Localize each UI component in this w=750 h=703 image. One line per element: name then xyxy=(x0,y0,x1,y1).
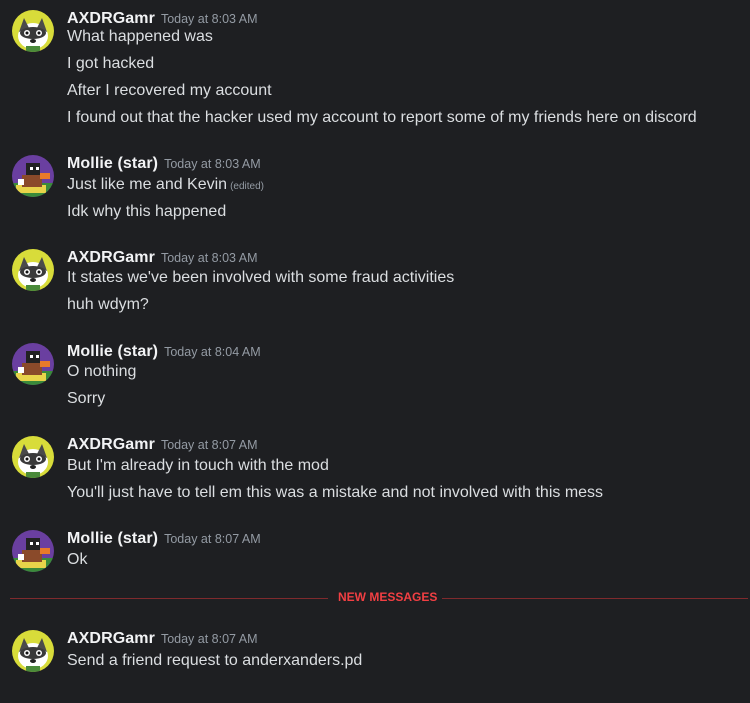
message-timestamp: Today at 8:03 AM xyxy=(164,157,261,171)
message-header: Mollie (star) Today at 8:07 AM xyxy=(67,530,261,552)
pixel-character-avatar-icon[interactable] xyxy=(12,343,54,385)
new-messages-divider: NEW MESSAGES xyxy=(10,589,748,607)
message-header: AXDRGamr Today at 8:07 AM xyxy=(67,630,258,652)
message-timestamp: Today at 8:03 AM xyxy=(160,12,258,26)
pixel-character-avatar-icon[interactable] xyxy=(12,155,54,197)
message-timestamp: Today at 8:07 AM xyxy=(160,438,258,452)
message-timestamp: Today at 8:04 AM xyxy=(164,345,261,359)
message-text: Send a friend request to anderxanders.pd xyxy=(67,652,363,669)
message-timestamp: Today at 8:03 AM xyxy=(160,251,258,265)
message-text: What happened was xyxy=(67,28,213,45)
author-name[interactable]: Mollie (star) xyxy=(67,155,158,172)
divider-line xyxy=(442,598,748,599)
new-messages-label: NEW MESSAGES xyxy=(338,590,438,604)
edited-label: (edited) xyxy=(230,181,264,192)
message-text: O nothing xyxy=(67,363,137,380)
author-name[interactable]: Mollie (star) xyxy=(67,343,158,360)
author-name[interactable]: AXDRGamr xyxy=(67,10,155,27)
message-text: But I'm already in touch with the mod xyxy=(67,457,329,474)
message-text: I found out that the hacker used my acco… xyxy=(67,109,697,126)
raccoon-avatar-icon[interactable] xyxy=(12,436,54,478)
divider-line xyxy=(10,598,328,599)
pixel-character-avatar-icon[interactable] xyxy=(12,530,54,572)
message-text: Idk why this happened xyxy=(67,203,227,220)
message-text: Just like me and Kevin (edited) xyxy=(67,175,264,197)
message-text: It states we've been involved with some … xyxy=(67,269,455,286)
author-name[interactable]: AXDRGamr xyxy=(67,436,155,453)
raccoon-avatar-icon[interactable] xyxy=(12,630,54,672)
author-name[interactable]: AXDRGamr xyxy=(67,630,155,647)
message-text: After I recovered my account xyxy=(67,82,272,99)
message-timestamp: Today at 8:07 AM xyxy=(164,532,261,546)
chat-message-list: AXDRGamr Today at 8:03 AM What happened w… xyxy=(0,0,750,703)
message-header: AXDRGamr Today at 8:07 AM xyxy=(67,436,258,458)
raccoon-avatar-icon[interactable] xyxy=(12,10,54,52)
author-name[interactable]: Mollie (star) xyxy=(67,530,158,547)
message-timestamp: Today at 8:07 AM xyxy=(160,632,258,646)
message-text: huh wdym? xyxy=(67,296,149,313)
raccoon-avatar-icon[interactable] xyxy=(12,249,54,291)
message-header: Mollie (star) Today at 8:03 AM xyxy=(67,155,261,177)
message-text: You'll just have to tell em this was a m… xyxy=(67,484,604,501)
message-text: I got hacked xyxy=(67,55,155,72)
message-text: Sorry xyxy=(67,390,106,407)
message-text: Ok xyxy=(67,551,88,568)
author-name[interactable]: AXDRGamr xyxy=(67,249,155,266)
message-text-content: Just like me and Kevin xyxy=(67,176,228,193)
